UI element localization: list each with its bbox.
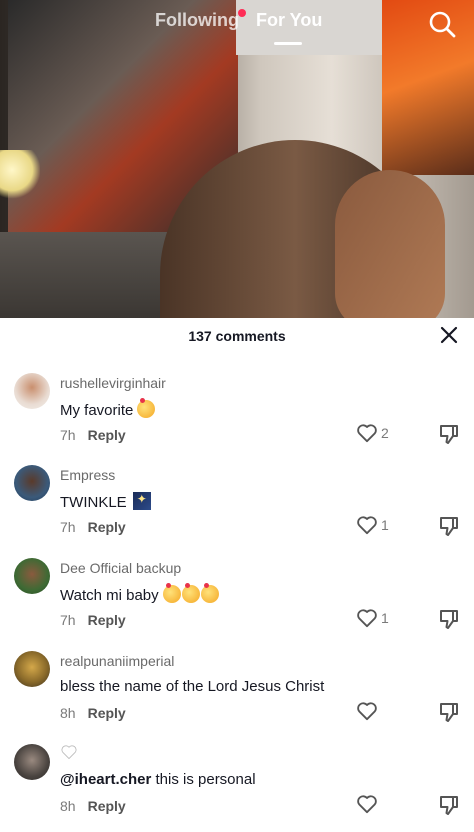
- comment-time: 8h: [60, 798, 76, 814]
- like-count: 1: [381, 610, 389, 626]
- comment-count: 137 comments: [188, 328, 286, 344]
- comment-meta: 8h Reply: [60, 798, 126, 814]
- smiling-face-with-hearts-icon: [162, 583, 181, 603]
- comment-text: TWINKLE: [60, 492, 151, 511]
- comment-meta: 7h Reply: [60, 612, 126, 628]
- comment-time: 7h: [60, 427, 76, 443]
- avatar[interactable]: [14, 651, 50, 687]
- heart-icon[interactable]: [356, 515, 378, 535]
- thumbs-down-icon[interactable]: [438, 423, 460, 445]
- heart-icon[interactable]: [356, 794, 378, 814]
- comment-time: 8h: [60, 705, 76, 721]
- comments-sheet: 137 comments rushellevirginhair My favor…: [0, 318, 474, 826]
- thumbs-down-icon[interactable]: [438, 794, 460, 816]
- comment-text: Watch mi baby: [60, 583, 219, 604]
- reply-button[interactable]: Reply: [88, 519, 126, 535]
- lamp-light: [0, 150, 40, 200]
- thumbs-down-icon[interactable]: [438, 701, 460, 723]
- mention-link[interactable]: @iheart.cher: [60, 771, 151, 788]
- smiling-face-with-hearts-icon: [181, 583, 200, 603]
- comment-item: rushellevirginhair My favorite 7h Reply 2: [0, 373, 474, 461]
- heart-icon[interactable]: [356, 423, 378, 443]
- comment-item: @iheart.cher this is personal 8h Reply: [0, 744, 474, 832]
- close-icon[interactable]: [438, 324, 460, 346]
- person-face: [335, 170, 445, 318]
- comment-username[interactable]: rushellevirginhair: [60, 375, 166, 391]
- top-navigation: Following For You: [0, 0, 474, 50]
- smiling-face-with-hearts-icon: [200, 583, 219, 603]
- comment-text: My favorite: [60, 398, 156, 419]
- comment-text: @iheart.cher this is personal: [60, 771, 256, 788]
- comment-item: Dee Official backup Watch mi baby 7h Repl…: [0, 558, 474, 646]
- comment-text: bless the name of the Lord Jesus Christ: [60, 678, 325, 695]
- search-icon[interactable]: [427, 9, 457, 39]
- like-count: 2: [381, 425, 389, 441]
- avatar[interactable]: [14, 558, 50, 594]
- reply-button[interactable]: Reply: [88, 798, 126, 814]
- comment-item: realpunaniimperial bless the name of the…: [0, 651, 474, 739]
- thumbs-down-icon[interactable]: [438, 608, 460, 630]
- thumbs-down-icon[interactable]: [438, 515, 460, 537]
- avatar[interactable]: [14, 373, 50, 409]
- comment-item: Empress TWINKLE 7h Reply 1: [0, 465, 474, 553]
- heart-icon[interactable]: [356, 701, 378, 721]
- comment-meta: 7h Reply: [60, 519, 126, 535]
- like-count: 1: [381, 517, 389, 533]
- reply-button[interactable]: Reply: [88, 427, 126, 443]
- active-tab-indicator: [274, 42, 302, 45]
- avatar[interactable]: [14, 465, 50, 501]
- comment-meta: 8h Reply: [60, 705, 126, 721]
- reply-button[interactable]: Reply: [88, 705, 126, 721]
- comment-time: 7h: [60, 519, 76, 535]
- tab-following[interactable]: Following: [155, 10, 239, 31]
- video-player[interactable]: Following For You: [0, 0, 474, 318]
- white-heart-icon: [61, 745, 77, 759]
- avatar[interactable]: [14, 744, 50, 780]
- comment-meta: 7h Reply: [60, 427, 126, 443]
- reply-button[interactable]: Reply: [88, 612, 126, 628]
- comment-username[interactable]: Empress: [60, 467, 115, 483]
- comment-time: 7h: [60, 612, 76, 628]
- comment-username[interactable]: Dee Official backup: [60, 560, 181, 576]
- milky-way-icon: [132, 492, 151, 510]
- tab-for-you[interactable]: For You: [256, 10, 322, 31]
- notification-dot: [238, 9, 246, 17]
- smiling-face-with-hearts-icon: [137, 398, 156, 418]
- heart-icon[interactable]: [356, 608, 378, 628]
- comment-username[interactable]: realpunaniimperial: [60, 653, 174, 669]
